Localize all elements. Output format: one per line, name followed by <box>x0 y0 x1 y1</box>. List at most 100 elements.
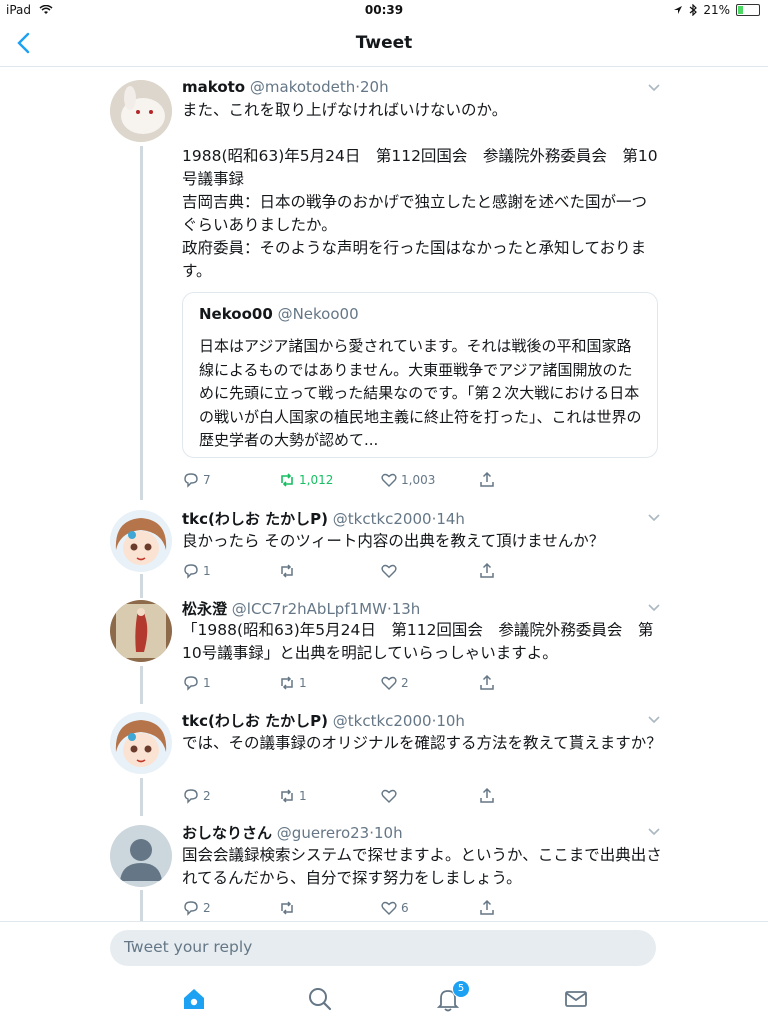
retweet-button[interactable]: 1 <box>278 787 307 805</box>
reply-button[interactable]: 2 <box>182 787 211 805</box>
tweet-header: おしなりさん @guerero23·10h <box>182 822 403 843</box>
tweet-text: 「1988(昭和63)年5月24日 第112回国会 参議院外務委員会 第10号議… <box>182 621 654 662</box>
tweet-time: ·13h <box>386 600 421 618</box>
retweet-count: 1 <box>299 676 307 690</box>
avatar[interactable] <box>110 712 172 774</box>
retweet-button[interactable]: 1,012 <box>278 471 333 489</box>
bluetooth-icon <box>689 4 698 16</box>
like-button[interactable]: 6 <box>380 899 409 917</box>
share-button[interactable] <box>478 674 496 692</box>
location-icon <box>674 6 683 14</box>
like-count: 2 <box>401 676 409 690</box>
avatar[interactable] <box>110 510 172 572</box>
author-handle[interactable]: @tkctkc2000 <box>333 712 432 730</box>
battery-level <box>738 6 743 14</box>
retweet-button[interactable] <box>278 562 299 580</box>
author-handle[interactable]: @guerero23 <box>277 824 369 842</box>
status-bar: iPad 00:39 21% <box>0 0 768 22</box>
author-name[interactable]: 松永澄 <box>182 600 227 618</box>
share-icon <box>480 787 494 803</box>
reply-count: 1 <box>203 564 211 578</box>
tweet-time: ·14h <box>431 510 465 528</box>
like-icon <box>381 473 397 487</box>
reply-count: 2 <box>203 789 211 803</box>
battery-percent: 21% <box>703 3 730 17</box>
retweet-button[interactable]: 1 <box>278 674 307 692</box>
caret-down-icon[interactable] <box>648 828 660 836</box>
caret-down-icon[interactable] <box>648 604 660 612</box>
share-button[interactable] <box>478 562 496 580</box>
reply-icon <box>184 676 198 691</box>
tweet-time: ·20h <box>355 78 389 96</box>
navigation-bar: Tweet <box>0 22 768 67</box>
avatar[interactable] <box>110 80 172 142</box>
reply-count: 7 <box>203 473 211 487</box>
reply-button[interactable]: 1 <box>182 562 211 580</box>
avatar[interactable] <box>110 825 172 887</box>
reply-button[interactable]: 2 <box>182 899 211 917</box>
author-handle[interactable]: @makotodeth <box>250 78 355 96</box>
share-button[interactable] <box>478 787 496 805</box>
reply-count: 2 <box>203 901 211 915</box>
like-icon <box>381 564 397 578</box>
like-button[interactable] <box>380 787 401 805</box>
battery-icon <box>736 4 760 16</box>
search-icon[interactable] <box>306 985 334 1013</box>
retweet-icon <box>281 564 293 578</box>
retweet-icon <box>281 901 293 915</box>
like-button[interactable]: 1,003 <box>380 471 435 489</box>
retweet-icon <box>281 676 293 690</box>
tweet-time: ·10h <box>369 824 403 842</box>
reply-icon <box>184 473 198 488</box>
quoted-tweet[interactable]: Nekoo00 @Nekoo00 日本はアジア諸国から愛されています。それは戦後… <box>182 292 658 458</box>
retweet-button[interactable] <box>278 899 299 917</box>
home-icon[interactable] <box>180 985 208 1013</box>
reply-count: 1 <box>203 676 211 690</box>
tweet-header: makoto @makotodeth·20h <box>182 78 389 96</box>
share-icon <box>480 674 494 690</box>
author-name[interactable]: おしなりさん <box>182 824 272 842</box>
author-handle[interactable]: @lCC7r2hAbLpf1MW <box>232 600 387 618</box>
like-icon <box>381 901 397 915</box>
author-name[interactable]: makoto <box>182 78 245 96</box>
tweet-header: tkc(わしお たかしP) @tkctkc2000·14h <box>182 508 465 529</box>
quoted-author-handle: @Nekoo00 <box>277 305 359 323</box>
like-count: 6 <box>401 901 409 915</box>
share-icon <box>480 899 494 915</box>
share-button[interactable] <box>478 471 496 489</box>
like-button[interactable] <box>380 562 401 580</box>
composer-divider <box>0 921 768 922</box>
reply-placeholder: Tweet your reply <box>124 938 253 956</box>
thread-line <box>140 778 143 816</box>
tweet-text: また、これを取り上げなければいけないのか。 1988(昭和63)年5月24日 第… <box>182 101 658 280</box>
reply-icon <box>184 901 198 916</box>
tweet-time: ·10h <box>431 712 465 730</box>
messages-icon[interactable] <box>562 985 590 1013</box>
clock: 00:39 <box>364 3 404 17</box>
author-name[interactable]: tkc(わしお たかしP) <box>182 510 328 528</box>
caret-down-icon[interactable] <box>648 84 660 92</box>
share-button[interactable] <box>478 899 496 917</box>
avatar[interactable] <box>110 600 172 662</box>
reply-icon <box>184 789 198 804</box>
tweet-header: tkc(わしお たかしP) @tkctkc2000·10h <box>182 710 465 731</box>
like-icon <box>381 789 397 803</box>
tweet-header: 松永澄 @lCC7r2hAbLpf1MW·13h <box>182 598 420 619</box>
caret-down-icon[interactable] <box>648 716 660 724</box>
caret-down-icon[interactable] <box>648 514 660 522</box>
like-button[interactable]: 2 <box>380 674 409 692</box>
share-icon <box>480 471 494 487</box>
reply-input[interactable]: Tweet your reply <box>110 930 656 966</box>
tweet-text: 良かったら そのツィート内容の出典を教えて頂けませんか？ <box>182 532 605 550</box>
author-name[interactable]: tkc(わしお たかしP) <box>182 712 328 730</box>
tweet-text: 国会会議録検索システムで探せますよ。というか、ここまで出典出されてるんだから、自… <box>182 846 662 887</box>
tweet-text: では、その議事録のオリジナルを確認する方法を教えて貰えますか？ <box>182 734 662 752</box>
reply-button[interactable]: 1 <box>182 674 211 692</box>
reply-icon <box>184 564 198 579</box>
retweet-count: 1 <box>299 789 307 803</box>
thread-line <box>140 666 143 704</box>
retweet-icon <box>281 473 293 487</box>
reply-button[interactable]: 7 <box>182 471 211 489</box>
like-count: 1,003 <box>401 473 436 487</box>
author-handle[interactable]: @tkctkc2000 <box>333 510 432 528</box>
